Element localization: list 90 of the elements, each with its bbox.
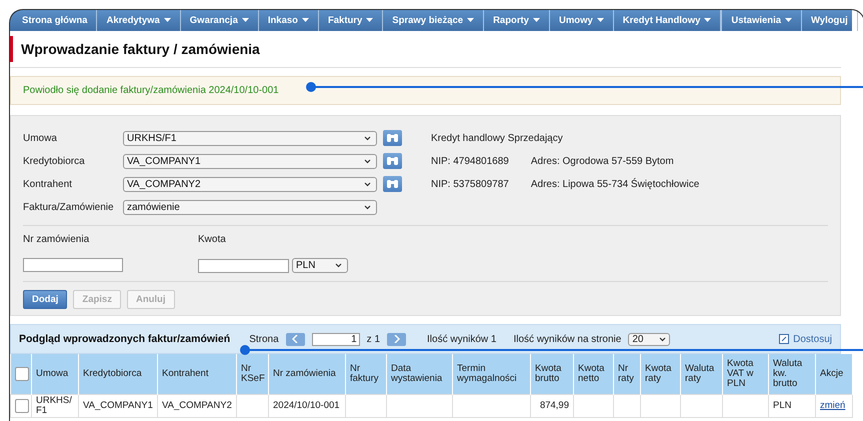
binoculars-button[interactable] (383, 130, 402, 146)
binoculars-icon (386, 133, 399, 143)
column-header: Nr faktury (346, 354, 386, 394)
dropdown-field[interactable]: VA_COMPANY1 (123, 154, 377, 168)
table-cell (574, 394, 614, 418)
column-header: Kwota netto (574, 354, 614, 394)
menu-item[interactable]: Faktury (318, 10, 384, 31)
menu-item[interactable]: Wyloguj (802, 10, 858, 31)
page-label: Strona (249, 334, 279, 344)
currency-dropdown[interactable]: PLN (292, 258, 348, 273)
table-cell (346, 394, 386, 418)
column-header: Nr raty (614, 354, 640, 394)
action-button[interactable]: Dodaj (23, 290, 68, 309)
dropdown-field[interactable]: VA_COMPANY2 (123, 176, 377, 192)
info-text: Adres: Lipowa 55-734 Świętochłowice (530, 178, 700, 190)
column-header: Kredytobiorca (78, 354, 158, 394)
table-cell: 874,99 (530, 394, 574, 418)
column-header: Waluta kw. brutto (768, 354, 816, 394)
table-cell: PLN (768, 394, 816, 418)
info-text: NIP: 5375809787 (431, 178, 509, 190)
column-header: Nr zamówienia (268, 354, 346, 394)
field-label: Nr zamówienia (23, 234, 90, 245)
column-header: Akcje (816, 354, 852, 394)
table-cell: VA_COMPANY1 (78, 394, 158, 418)
chevron-left-icon (292, 335, 298, 343)
result-count: Ilość wyników 1 (427, 334, 496, 344)
table-cell (680, 394, 722, 418)
chevron-icon (659, 336, 666, 342)
chevron-right-icon (394, 335, 400, 343)
dropdown-field[interactable]: URKHS/F1 (123, 130, 377, 146)
table-cell (722, 394, 768, 418)
menu-item[interactable]: Ustawienia (722, 10, 802, 31)
menu-item[interactable]: Sprawy bieżące (383, 10, 484, 31)
row-checkbox[interactable] (15, 399, 29, 413)
page-field[interactable]: 1 (312, 332, 360, 346)
column-header: Kwota raty (640, 354, 680, 394)
menu-item[interactable]: Inkaso (258, 10, 319, 31)
table-cell: URKHS/ F1 (32, 394, 78, 418)
menu-item[interactable]: Strona główna (10, 10, 98, 31)
dropdown-field[interactable]: zamówienie (123, 200, 377, 214)
menu-item[interactable]: Kredyt Handlowy (614, 10, 722, 31)
page-size-label: Ilość wyników na stronie (513, 334, 622, 344)
field-label: Kwota (198, 234, 227, 245)
table-cell (386, 394, 452, 418)
info-text: Adres: Ogrodowa 57-559 Bytom (530, 156, 674, 166)
field-label: Kredytobiorca (23, 156, 86, 166)
menu-item[interactable]: Akredytywa (97, 10, 181, 31)
chevron-icon (335, 263, 342, 268)
field-label: Kontrahent (23, 178, 73, 190)
chevron-icon (364, 204, 371, 210)
table-cell (614, 394, 640, 418)
table-cell: VA_COMPANY2 (158, 394, 236, 418)
binoculars-button[interactable] (383, 176, 402, 192)
amount-field[interactable] (198, 258, 289, 272)
page-count: z 1 (366, 334, 380, 344)
page-size-dropdown[interactable]: 20 (628, 332, 670, 346)
field-label: Umowa (23, 132, 58, 144)
info-text: NIP: 4794801689 (431, 156, 509, 166)
menu-item[interactable]: Gwarancja (180, 10, 259, 31)
column-header: Data wystawienia (386, 354, 452, 394)
chevron-icon (364, 158, 371, 164)
menu-item[interactable]: Raporty (484, 10, 550, 31)
column-header: Waluta raty (680, 354, 722, 394)
table-title: Podgląd wprowadzonych faktur/zamówień (19, 333, 230, 345)
table-cell (236, 394, 268, 418)
column-header: Termin wymagalności (452, 354, 530, 394)
table-cell: 2024/10/10-001 (268, 394, 346, 418)
previous-page-button[interactable] (286, 332, 305, 346)
order-number-field[interactable] (23, 258, 123, 272)
menu-item[interactable]: Umowy (550, 10, 614, 31)
column-header: Umowa (32, 354, 78, 394)
select-all-checkbox[interactable] (14, 367, 28, 381)
field-label: Faktura/Zamówienie (23, 202, 115, 212)
next-page-button[interactable] (387, 332, 406, 346)
customize-link[interactable]: Dostosuj (779, 334, 832, 344)
table-cell (640, 394, 680, 418)
chevron-icon (364, 136, 371, 140)
chevron-icon (364, 182, 371, 186)
column-header: Nr KSeF (236, 354, 268, 394)
page-title: Wprowadzanie faktury / zamówienia (21, 41, 260, 57)
column-header: Kontrahent (158, 354, 236, 394)
accent-bar (10, 36, 13, 62)
binoculars-button[interactable] (383, 153, 402, 169)
binoculars-icon (386, 179, 399, 189)
edit-icon (779, 334, 790, 344)
info-text: Kredyt handlowy Sprzedający (431, 132, 563, 144)
column-header: Kwota VAT w PLN (722, 354, 768, 394)
success-message: Powiodło się dodanie faktury/zamówienia 2024/10/10-001 (10, 76, 841, 105)
column-header: Kwota brutto (530, 354, 574, 394)
binoculars-icon (386, 156, 399, 166)
